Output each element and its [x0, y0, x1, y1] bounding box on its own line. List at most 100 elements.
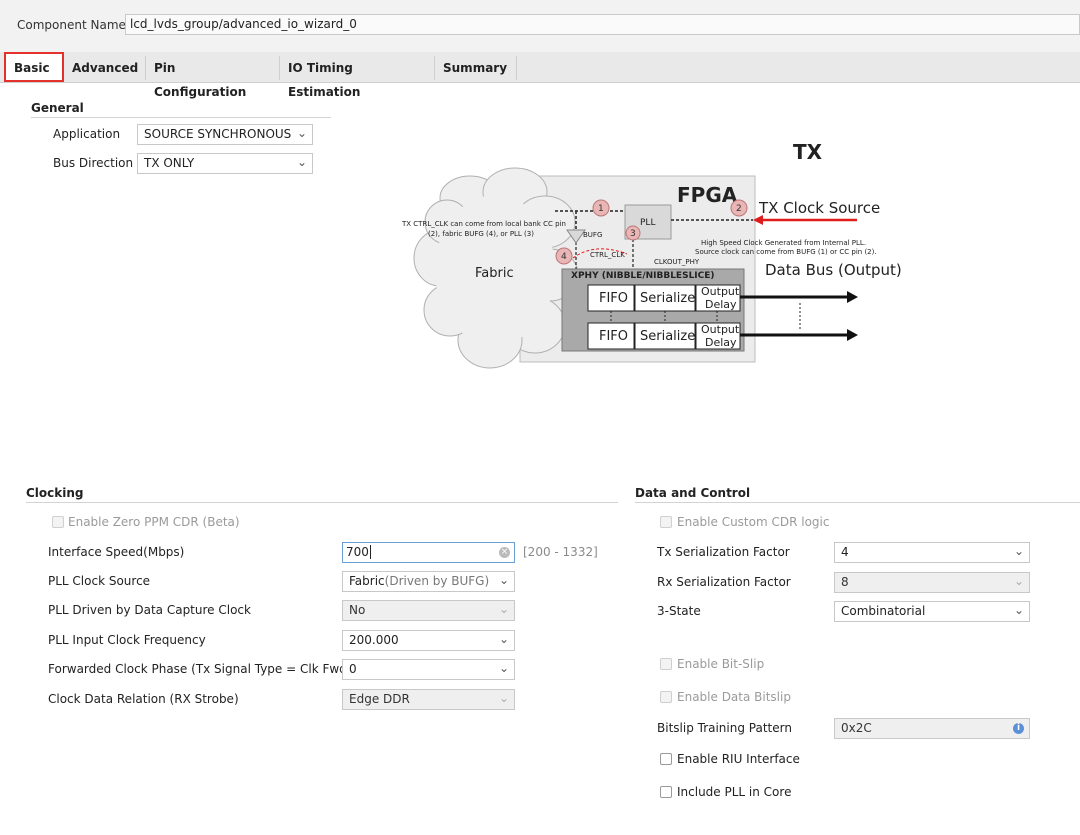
info-icon[interactable]: i [1013, 723, 1024, 734]
serializer-2-label: Serializer [640, 329, 701, 344]
tab-advanced[interactable]: Advanced [64, 56, 146, 80]
fifo-2-label: FIFO [599, 329, 628, 344]
pll-clock-source-hint: (Driven by BUFG) [384, 574, 490, 588]
enable-data-bitslip-label: Enable Data Bitslip [677, 690, 791, 704]
general-rule [31, 117, 331, 118]
application-label: Application [53, 127, 121, 141]
marker-1: 1 [598, 204, 604, 214]
chevron-down-icon: ⌄ [296, 155, 307, 169]
tx-block-diagram: Fabric TX FPGA TX Clock Source Data Bus … [401, 140, 902, 369]
bus-direction-label: Bus Direction [53, 156, 134, 170]
note-left-2: (2), fabric BUFG (4), or PLL (3) [428, 230, 534, 238]
pll-clock-source-select[interactable]: Fabric(Driven by BUFG) ⌄ [342, 571, 515, 592]
bus-direction-select[interactable]: TX ONLY ⌄ [137, 153, 313, 174]
application-select[interactable]: SOURCE SYNCHRONOUS ⌄ [137, 124, 313, 145]
fwd-clock-phase-label: Forwarded Clock Phase (Tx Signal Type = … [48, 662, 352, 676]
tab-io-timing-estimation[interactable]: IO Timing Estimation [280, 56, 435, 99]
fpga-title: FPGA [677, 183, 738, 207]
note-right-2: Source clock can come from BUFG (1) or C… [695, 248, 877, 256]
clock-data-relation-value: Edge DDR [349, 692, 410, 706]
ctrl-clk-label: CTRL_CLK [590, 251, 625, 259]
clocking-title: Clocking [26, 486, 84, 500]
marker-3: 3 [630, 229, 636, 239]
delay-1-label: Delay [705, 298, 737, 311]
chevron-down-icon: ⌄ [296, 126, 307, 140]
rx-ser-label: Rx Serialization Factor [657, 575, 791, 589]
bitslip-pattern-value: 0x2C [841, 721, 872, 735]
component-name-field[interactable]: lcd_lvds_group/advanced_io_wizard_0 [125, 14, 1080, 35]
enable-riu-checkbox[interactable] [660, 753, 672, 765]
enable-custom-cdr-checkbox[interactable] [660, 516, 672, 528]
bufg-label: BUFG [583, 231, 602, 239]
rx-ser-value: 8 [841, 575, 849, 589]
fwd-clock-phase-value: 0 [349, 662, 357, 676]
enable-bit-slip-label: Enable Bit-Slip [677, 657, 765, 671]
pll-label: PLL [640, 218, 655, 228]
enable-custom-cdr-label: Enable Custom CDR logic [677, 515, 830, 529]
tx-ser-label: Tx Serialization Factor [657, 545, 790, 559]
clear-icon[interactable]: × [499, 547, 510, 558]
component-name-label: Component Name [17, 18, 126, 32]
tab-pin-configuration[interactable]: Pin Configuration [146, 56, 280, 99]
enable-bit-slip-checkbox[interactable] [660, 658, 672, 670]
pll-input-freq-value: 200.000 [349, 633, 399, 647]
application-value: SOURCE SYNCHRONOUS [144, 127, 292, 141]
chevron-down-icon: ⌄ [498, 573, 509, 587]
marker-4: 4 [561, 252, 567, 262]
clock-data-relation-select[interactable]: Edge DDR ⌄ [342, 689, 515, 710]
interface-speed-range: [200 - 1332] [523, 545, 598, 559]
chevron-down-icon: ⌄ [498, 691, 509, 705]
interface-speed-value: 700 [346, 545, 369, 559]
pll-driven-label: PLL Driven by Data Capture Clock [48, 603, 251, 617]
serializer-1-label: Serializer [640, 291, 701, 306]
tx-title: TX [793, 140, 823, 164]
enable-zero-ppm-label: Enable Zero PPM CDR (Beta) [68, 515, 240, 529]
pll-input-freq-label: PLL Input Clock Frequency [48, 633, 206, 647]
include-pll-checkbox[interactable] [660, 786, 672, 798]
pll-clock-source-value: Fabric [349, 574, 385, 588]
interface-speed-label: Interface Speed(Mbps) [48, 545, 185, 559]
bitslip-pattern-label: Bitslip Training Pattern [657, 721, 792, 735]
bitslip-pattern-field[interactable]: 0x2C i [834, 718, 1030, 739]
clock-data-relation-label: Clock Data Relation (RX Strobe) [48, 692, 239, 706]
tx-ser-value: 4 [841, 545, 849, 559]
chevron-down-icon: ⌄ [1013, 574, 1024, 588]
fwd-clock-phase-select[interactable]: 0 ⌄ [342, 659, 515, 680]
data-control-rule [635, 502, 1080, 503]
chevron-down-icon: ⌄ [1013, 544, 1024, 558]
output-2-label: Output [701, 323, 740, 336]
tab-summary[interactable]: Summary [435, 56, 517, 80]
chevron-down-icon: ⌄ [1013, 603, 1024, 617]
chevron-down-icon: ⌄ [498, 632, 509, 646]
data-control-title: Data and Control [635, 486, 751, 500]
rx-ser-select[interactable]: 8 ⌄ [834, 572, 1030, 593]
clkout-phy-label: CLKOUT_PHY [654, 258, 700, 266]
three-state-label: 3-State [657, 604, 701, 618]
fabric-label: Fabric [475, 266, 514, 281]
three-state-value: Combinatorial [841, 604, 926, 618]
chevron-down-icon: ⌄ [498, 661, 509, 675]
note-right-1: High Speed Clock Generated from Internal… [701, 239, 866, 247]
clocking-rule [26, 502, 618, 503]
output-1-label: Output [701, 285, 740, 298]
data-bus-label: Data Bus (Output) [765, 261, 902, 279]
three-state-select[interactable]: Combinatorial ⌄ [834, 601, 1030, 622]
marker-2: 2 [736, 204, 742, 214]
enable-data-bitslip-checkbox[interactable] [660, 691, 672, 703]
enable-zero-ppm-checkbox[interactable] [52, 516, 64, 528]
general-title: General [31, 101, 84, 115]
tab-basic[interactable]: Basic [4, 52, 64, 82]
enable-riu-label: Enable RIU Interface [677, 752, 800, 766]
pll-driven-select[interactable]: No ⌄ [342, 600, 515, 621]
pll-driven-value: No [349, 603, 366, 617]
tx-ser-select[interactable]: 4 ⌄ [834, 542, 1030, 563]
note-left-1: TX CTRL_CLK can come from local bank CC … [401, 220, 566, 228]
chevron-down-icon: ⌄ [498, 602, 509, 616]
tx-clock-source-label: TX Clock Source [758, 199, 880, 217]
interface-speed-input[interactable]: 700 × [342, 542, 515, 563]
pll-input-freq-select[interactable]: 200.000 ⌄ [342, 630, 515, 651]
bus-direction-value: TX ONLY [144, 156, 195, 170]
fifo-1-label: FIFO [599, 291, 628, 306]
include-pll-label: Include PLL in Core [677, 785, 792, 799]
delay-2-label: Delay [705, 336, 737, 349]
